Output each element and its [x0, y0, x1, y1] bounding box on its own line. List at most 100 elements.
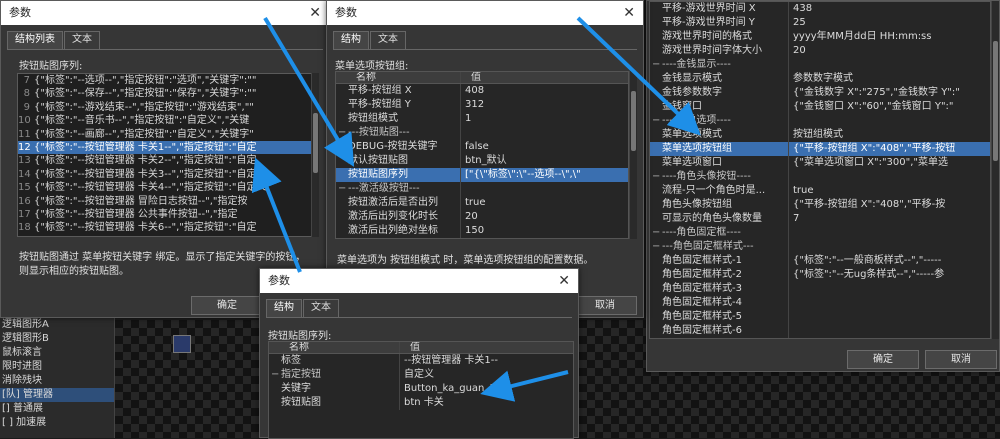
table-row[interactable]: 默认按钮贴图 btn_默认	[336, 154, 628, 168]
expand-toggle-icon[interactable]: −	[271, 368, 281, 382]
list-item[interactable]: 18 {"标签":"--按钮管理器 卡关6--","指定按钮":"自定	[18, 221, 312, 234]
table-row[interactable]: 角色固定框样式-6	[650, 324, 990, 338]
table-row[interactable]: 可显示的角色头像数量 7	[650, 212, 990, 226]
table-row[interactable]: 金钱参数数字 {"金钱数字 X":"275","金钱数字 Y":"	[650, 86, 990, 100]
param-value: Button_ka_guan_1	[399, 382, 573, 396]
list-item[interactable]: 8 {"标签":"--保存--","指定按钮":"保存","关键字":""	[18, 87, 312, 100]
table-row[interactable]: 角色固定框样式-5	[650, 310, 990, 324]
expand-toggle-icon[interactable]: −	[652, 240, 662, 254]
table-row[interactable]: 角色固定框样式-4	[650, 296, 990, 310]
ok-button[interactable]: 确定	[191, 296, 263, 315]
list-item[interactable]: 14 {"标签":"--按钮管理器 卡关3--","指定按钮":"自定义	[18, 168, 312, 181]
table-row[interactable]: 游戏世界时间的格式 yyyy年MM月dd日 HH:mm:ss	[650, 30, 990, 44]
table-row[interactable]: 激活后出列绝对坐标 150	[336, 224, 628, 238]
tab-text[interactable]: 文本	[370, 31, 406, 49]
table-row[interactable]: 平移-按钮组 X 408	[336, 84, 628, 98]
list-item[interactable]: 15 {"标签":"--按钮管理器 卡关4--","指定按钮":"自定义	[18, 181, 312, 194]
param-name: 金钱显示模式	[650, 72, 788, 86]
table-row[interactable]: DEBUG-按钮关键字 false	[336, 140, 628, 154]
list-item[interactable]: 11 {"标签":"--画廊--","指定按钮":"自定义","关键字"	[18, 128, 312, 141]
list-item[interactable]: 13 {"标签":"--按钮管理器 卡关2--","指定按钮":"自定	[18, 154, 312, 167]
close-icon[interactable]: ✕	[623, 1, 635, 25]
table-row[interactable]: − ---激活级按钮---	[336, 182, 628, 196]
table-row[interactable]: − ----菜单选项----	[650, 114, 990, 128]
tab-structure[interactable]: 结构	[333, 31, 369, 49]
table-row[interactable]: 按钮激活后是否出列 true	[336, 196, 628, 210]
list-item[interactable]: [] 普通展	[0, 402, 114, 416]
table-row[interactable]: − ---按钮贴图---	[336, 126, 628, 140]
table-row[interactable]: 金钱窗口 {"金钱窗口 X":"60","金钱窗口 Y":"	[650, 100, 990, 114]
param-name-text: ---按钮贴图---	[348, 127, 410, 138]
row-text: {"标签":"--音乐书--","指定按钮":"自定义","关键	[34, 115, 250, 127]
list-item[interactable]: 鼠标滚言	[0, 346, 114, 360]
table-row[interactable]: 菜单选项按钮组 {"平移-按钮组 X":"408","平移-按钮	[650, 142, 990, 156]
scrollbar[interactable]	[991, 1, 999, 339]
expand-toggle-icon[interactable]: −	[338, 126, 348, 140]
scrollbar[interactable]	[629, 71, 637, 239]
table-row[interactable]: − ---角色固定框样式---	[650, 240, 990, 254]
expand-toggle-icon[interactable]: −	[652, 114, 662, 128]
list-item[interactable]: 10 {"标签":"--音乐书--","指定按钮":"自定义","关键	[18, 114, 312, 127]
expand-toggle-icon[interactable]: −	[652, 170, 662, 184]
table-row[interactable]: − ----角色头像按钮----	[650, 170, 990, 184]
table-row[interactable]: 按钮贴图序列 ["{\"标签\":\"--选项--\",\"	[336, 168, 628, 182]
list-item[interactable]: 9 {"标签":"--游戏结束--","指定按钮":"游戏结束",""	[18, 101, 312, 114]
table-row[interactable]: 菜单选项模式 按钮组模式	[650, 128, 990, 142]
tab-structure-list[interactable]: 结构列表	[7, 31, 63, 49]
list-item[interactable]: 逻辑图形B	[0, 332, 114, 346]
list-item[interactable]: 逻辑图形A	[0, 318, 114, 332]
param-name: 平移-按钮组 X	[336, 84, 460, 98]
table-row[interactable]: 游戏世界时间字体大小 20	[650, 44, 990, 58]
params-table-button-image[interactable]: 名称 值 标签 --按钮管理器 卡关1-- − 指定按钮 自定义 关键字 Button_ka…	[268, 341, 574, 439]
cancel-button[interactable]: 取消	[573, 296, 637, 315]
table-row[interactable]: 标签 --按钮管理器 卡关1--	[269, 354, 573, 368]
table-row[interactable]: 角色头像按钮组 {"平移-按钮组 X":"408","平移-按	[650, 198, 990, 212]
table-row[interactable]: 角色固定框样式-1 {"标签":"--一般商板样式--","-----	[650, 254, 990, 268]
table-row[interactable]: 角色固定框样式-3	[650, 282, 990, 296]
close-icon[interactable]: ✕	[309, 1, 321, 25]
table-row[interactable]: − ----角色固定框----	[650, 226, 990, 240]
table-row[interactable]: 平移-游戏世界时间 Y 25	[650, 16, 990, 30]
param-name: − ----菜单选项----	[650, 114, 788, 128]
expand-toggle-icon[interactable]: −	[652, 226, 662, 240]
list-item[interactable]: [队] 管理器	[0, 388, 114, 402]
expand-toggle-icon[interactable]: −	[338, 182, 348, 196]
list-item[interactable]: 消除残块	[0, 374, 114, 388]
list-item[interactable]: 16 {"标签":"--按钮管理器 冒险日志按钮--","指定按	[18, 195, 312, 208]
ok-button[interactable]: 确定	[847, 350, 919, 369]
table-row[interactable]: 角色固定框样式-2 {"标签":"--无ug条样式--","-----参	[650, 268, 990, 282]
dialog-titlebar[interactable]: 参数 ✕	[1, 1, 329, 25]
tab-structure[interactable]: 结构	[266, 299, 302, 317]
params-table-menu[interactable]: 名称 值 平移-按钮组 X 408 平移-按钮组 Y 312 按钮组模式 1− ---按钮贴…	[335, 71, 629, 239]
table-row[interactable]: − ----金钱显示----	[650, 58, 990, 72]
table-row[interactable]: 按钮贴图 btn 卡关	[269, 396, 573, 410]
table-row[interactable]: 金钱显示模式 参数数字模式	[650, 72, 990, 86]
expand-toggle-icon[interactable]: −	[652, 58, 662, 72]
list-item[interactable]: 限时进图	[0, 360, 114, 374]
table-row[interactable]: 平移-游戏世界时间 X 438	[650, 2, 990, 16]
table-row[interactable]: 按钮组模式 1	[336, 112, 628, 126]
table-row[interactable]: 菜单选项窗口 {"菜单选项窗口 X":"300","菜单选	[650, 156, 990, 170]
list-item[interactable]: 17 {"标签":"--按钮管理器 公共事件按钮--","指定	[18, 208, 312, 221]
dialog-titlebar[interactable]: 参数 ✕	[260, 269, 578, 293]
table-row[interactable]: 平移-按钮组 Y 312	[336, 98, 628, 112]
tab-text[interactable]: 文本	[64, 31, 100, 49]
list-item[interactable]: [ ] 加速展	[0, 416, 114, 430]
params-table-main[interactable]: 平移-游戏世界时间 X 438 平移-游戏世界时间 Y 25 游戏世界时间的格式 yyyy…	[649, 1, 991, 339]
tab-text[interactable]: 文本	[303, 299, 339, 317]
scrollbar[interactable]	[311, 73, 319, 237]
table-row[interactable]: 关键字 Button_ka_guan_1	[269, 382, 573, 396]
cancel-button[interactable]: 取消	[925, 350, 997, 369]
character-sprite-icon[interactable]	[173, 335, 191, 353]
list-item[interactable]: 12 {"标签":"--按钮管理器 卡关1--","指定按钮":"自定	[18, 140, 312, 155]
table-row[interactable]: 流程-只一个角色时是... true	[650, 184, 990, 198]
table-row[interactable]: − 指定按钮 自定义	[269, 368, 573, 382]
close-icon[interactable]: ✕	[558, 269, 570, 293]
dialog-titlebar[interactable]: 参数 ✕	[327, 1, 643, 25]
table-row[interactable]: 激活后出列变化时长 20	[336, 210, 628, 224]
list-item[interactable]: 7 {"标签":"--选项--","指定按钮":"选项","关键字":""	[18, 74, 312, 87]
event-list[interactable]: 逻辑图形A 逻辑图形B 鼠标滚言 限时进图 消除残块 [队] 管理器[] 普通展[ ] 加…	[0, 318, 115, 438]
param-name-text: 菜单选项窗口	[662, 157, 722, 168]
sequence-list[interactable]: 7 {"标签":"--选项--","指定按钮":"选项","关键字":"" 8 {"标…	[17, 73, 313, 237]
param-name-text: 按钮激活后是否出列	[348, 197, 438, 208]
